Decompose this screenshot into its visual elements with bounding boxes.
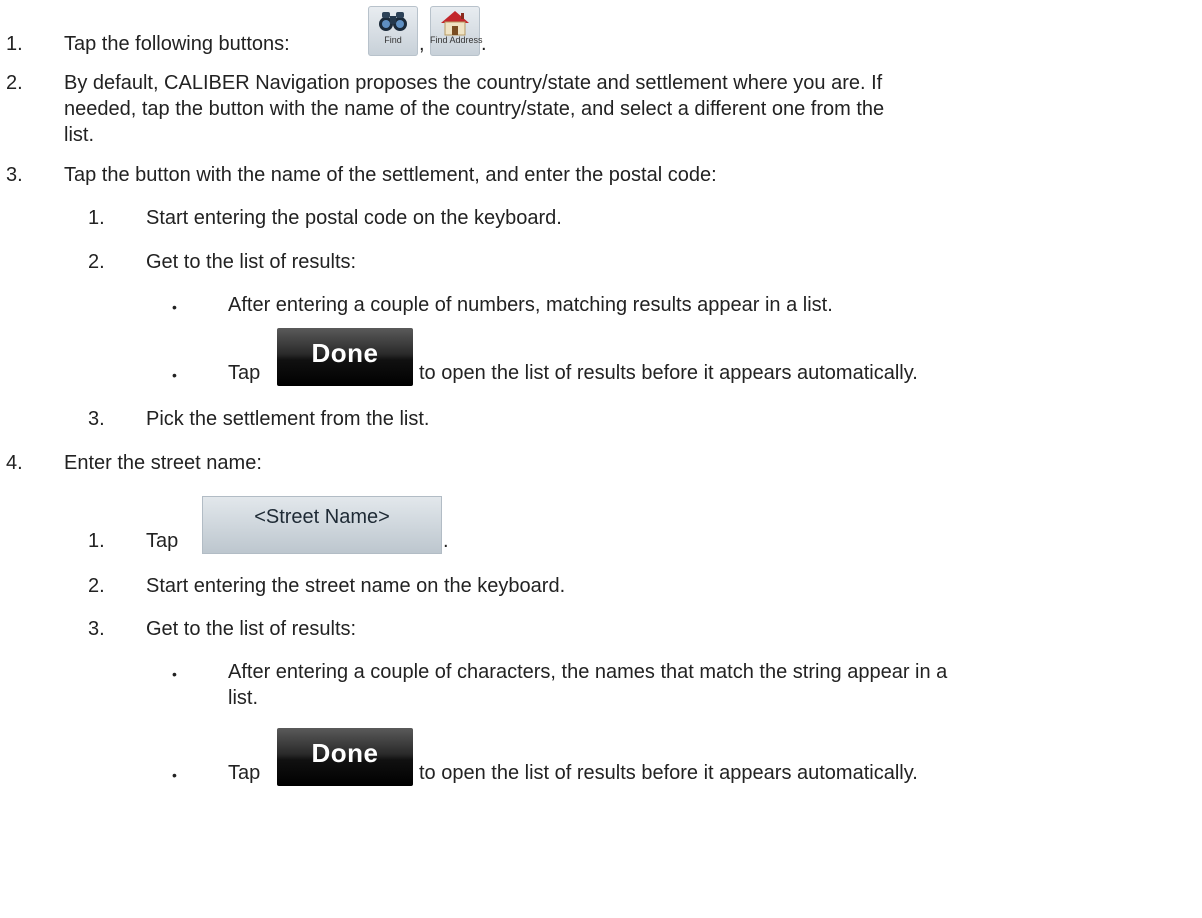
bullet: •	[172, 299, 177, 315]
step-2-line-1: By default, CALIBER Navigation proposes …	[64, 72, 883, 94]
step-2-line-2: needed, tap the button with the name of …	[64, 98, 885, 120]
street-name-button[interactable]: <Street Name>	[202, 496, 442, 554]
step-3-text: Tap the button with the name of the sett…	[64, 164, 717, 186]
step-number: 1.	[6, 33, 23, 55]
step-1-text: Tap the following buttons:	[64, 33, 290, 55]
find-label: Find	[384, 35, 402, 45]
substep-text: Get to the list of results:	[146, 618, 357, 640]
substep-number: 2.	[88, 251, 105, 273]
bullet-tap-text: Tap	[228, 362, 261, 384]
bullet: •	[172, 367, 177, 383]
substep-number: 3.	[88, 408, 105, 430]
period: .	[481, 33, 487, 55]
find-address-label: Find Address	[430, 35, 483, 45]
bullet: •	[172, 767, 177, 783]
substep-text: Start entering the street name on the ke…	[146, 575, 566, 597]
step-text: Tap the following buttons:	[64, 31, 290, 57]
bullet-text: to open the list of results before it ap…	[419, 762, 918, 784]
substep-number: 2.	[88, 575, 105, 597]
bullet-text-line-2: list.	[228, 687, 258, 709]
substep-text: Get to the list of results:	[146, 251, 357, 273]
substep-number: 1.	[88, 530, 105, 552]
bullet-text-line-1: After entering a couple of characters, t…	[228, 661, 948, 683]
step-number: 3.	[6, 164, 23, 186]
substep-number: 1.	[88, 207, 105, 229]
step-1: 1. Tap the following buttons: Find , Fin…	[0, 0, 1202, 60]
comma: ,	[419, 33, 425, 55]
substep-tap-text: Tap	[146, 530, 179, 552]
step-4: 4. Enter the street name: 1. Tap <Street…	[0, 450, 1202, 918]
substep-text: Pick the settlement from the list.	[146, 408, 430, 430]
done-button[interactable]: Done	[277, 328, 413, 386]
bullet-text: to open the list of results before it ap…	[419, 362, 918, 384]
bullet-tap-text: Tap	[228, 762, 261, 784]
step-4-text: Enter the street name:	[64, 452, 262, 474]
step-2: 2. By default, CALIBER Navigation propos…	[0, 70, 1202, 160]
substep-text: Start entering the postal code on the ke…	[146, 207, 562, 229]
step-number: 2.	[6, 72, 23, 94]
find-address-button-icon: Find Address	[430, 6, 483, 56]
period: .	[443, 530, 449, 552]
substep-number: 3.	[88, 618, 105, 640]
bullet-text: After entering a couple of numbers, matc…	[228, 294, 833, 316]
find-button-icon: Find	[368, 6, 418, 56]
done-button[interactable]: Done	[277, 728, 413, 786]
bullet: •	[172, 666, 177, 682]
step-2-line-3: list.	[64, 124, 94, 146]
step-number: 4.	[6, 452, 23, 474]
